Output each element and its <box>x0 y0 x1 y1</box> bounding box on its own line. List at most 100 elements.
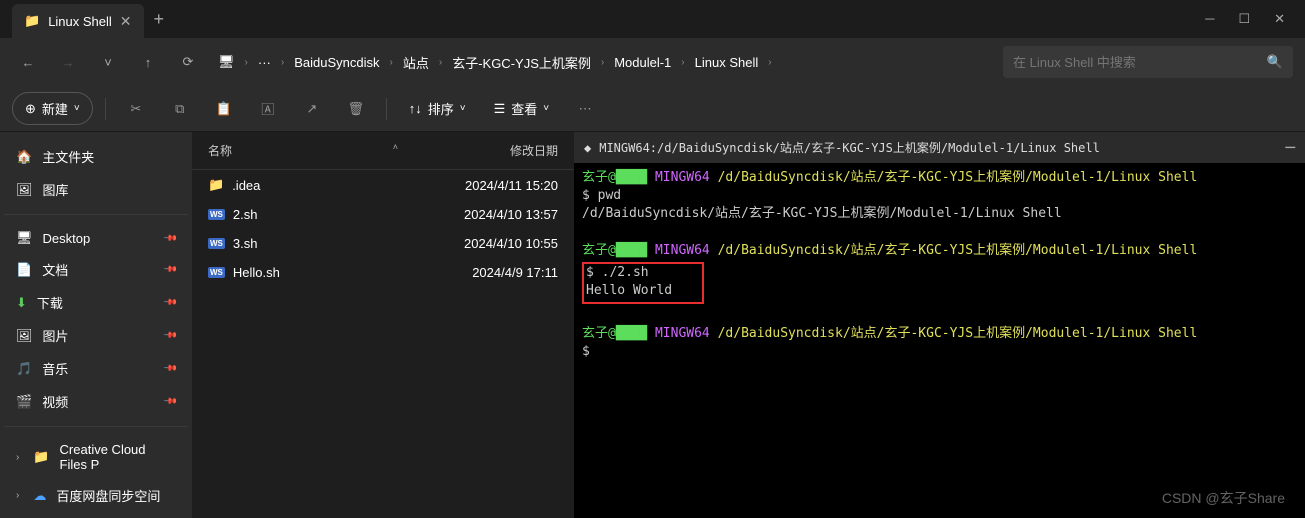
sidebar-item-label: 图片 <box>43 326 69 345</box>
terminal-title: ◆ MINGW64:/d/BaiduSyncdisk/站点/玄子-KGC-YJS… <box>574 132 1305 163</box>
paste-button[interactable]: 📋 <box>206 91 242 127</box>
crumb-item[interactable]: Linux Shell <box>689 51 765 74</box>
sidebar-item-gallery[interactable]: 🖼 图库 <box>4 173 188 206</box>
desktop-icon: 🖥 <box>16 230 33 246</box>
copy-button[interactable]: ⧉ <box>162 91 198 127</box>
chevron-down-icon: ˅ <box>543 103 549 114</box>
toolbar: ← → ˅ ↑ ⟳ 🖥 › ··· › BaiduSyncdisk › 站点 ›… <box>0 38 1305 86</box>
sidebar-item-label: 下载 <box>37 293 63 312</box>
add-tab-button[interactable]: + <box>154 9 165 30</box>
separator <box>4 214 188 215</box>
term-path: /d/BaiduSyncdisk/站点/玄子-KGC-YJS上机案例/Modul… <box>718 326 1198 341</box>
terminal-output: 玄子@████ MINGW64 /d/BaiduSyncdisk/站点/玄子-K… <box>574 163 1305 367</box>
crumb-item[interactable]: BaiduSyncdisk <box>288 51 385 74</box>
sort-indicator-icon: ˄ <box>393 142 398 159</box>
file-date: 2024/4/11 15:20 <box>438 178 558 193</box>
back-button[interactable]: ← <box>12 46 44 78</box>
search-icon[interactable]: 🔍 <box>1267 54 1283 70</box>
sidebar-item-label: 百度网盘同步空间 <box>56 486 160 505</box>
sidebar-item-label: Desktop <box>43 231 91 246</box>
crumb-item[interactable]: 站点 <box>397 49 435 76</box>
folder-icon: 📁 <box>208 177 224 193</box>
sidebar-item-label: 图库 <box>43 180 69 199</box>
column-date[interactable]: 修改日期 <box>438 142 558 159</box>
gallery-icon: 🖼 <box>16 182 33 198</box>
file-row[interactable]: WS3.sh 2024/4/10 10:55 <box>192 229 574 258</box>
rename-button[interactable]: 🄰 <box>250 91 286 127</box>
pictures-icon: 🖼 <box>16 328 33 344</box>
file-name: Hello.sh <box>233 265 280 280</box>
minimize-icon[interactable]: ─ <box>1285 138 1295 157</box>
chevron-right-icon: › <box>245 57 248 68</box>
column-name[interactable]: 名称 <box>208 142 393 159</box>
folder-icon: 📁 <box>33 449 49 465</box>
main: 🏠 主文件夹 🖼 图库 🖥 Desktop 📄 文档 ⬇ 下载 🖼 图片 🎵 音… <box>0 132 1305 518</box>
breadcrumb: 🖥 › ··· › BaiduSyncdisk › 站点 › 玄子-KGC-YJ… <box>212 49 772 76</box>
file-row[interactable]: WS2.sh 2024/4/10 13:57 <box>192 200 574 229</box>
chevron-right-icon: › <box>601 57 604 68</box>
forward-button[interactable]: → <box>52 46 84 78</box>
download-icon: ⬇ <box>16 295 27 311</box>
home-icon: 🏠 <box>16 149 32 165</box>
sidebar-item-videos[interactable]: 🎬 视频 <box>4 385 188 418</box>
window-tab[interactable]: 📁 Linux Shell ✕ <box>12 4 144 38</box>
chevron-right-icon: › <box>681 57 684 68</box>
up-button[interactable]: ˅ <box>92 46 124 78</box>
refresh-button[interactable]: ⟳ <box>172 46 204 78</box>
more-button[interactable]: ⋯ <box>567 91 603 127</box>
minimize-button[interactable]: ─ <box>1205 11 1214 27</box>
file-pane: 名称 ˄ 修改日期 📁 .idea 2024/4/11 15:20 WS2.sh … <box>192 132 574 518</box>
cut-button[interactable]: ✂ <box>118 91 154 127</box>
terminal[interactable]: ◆ MINGW64:/d/BaiduSyncdisk/站点/玄子-KGC-YJS… <box>574 132 1305 518</box>
crumb-item[interactable]: 玄子-KGC-YJS上机案例 <box>446 49 597 76</box>
term-path: /d/BaiduSyncdisk/站点/玄子-KGC-YJS上机案例/Modul… <box>718 170 1198 185</box>
chevron-right-icon: › <box>16 452 19 463</box>
ws-icon: WS <box>208 267 225 278</box>
titlebar: 📁 Linux Shell ✕ + ─ ☐ ✕ <box>0 0 1305 38</box>
separator <box>386 98 387 120</box>
file-row[interactable]: 📁 .idea 2024/4/11 15:20 <box>192 170 574 200</box>
term-cmd: $ pwd <box>582 188 621 203</box>
view-button[interactable]: ☰ 查看 ˅ <box>484 93 560 124</box>
new-button[interactable]: ⊕ 新建 ˅ <box>12 92 93 125</box>
documents-icon: 📄 <box>16 262 32 278</box>
crumb-ellipsis[interactable]: ··· <box>252 51 277 74</box>
chevron-right-icon: › <box>439 57 442 68</box>
file-header: 名称 ˄ 修改日期 <box>192 132 574 170</box>
close-button[interactable]: ✕ <box>1274 11 1285 27</box>
sidebar-item-baidu[interactable]: › ☁ 百度网盘同步空间 <box>4 479 188 512</box>
term-out: Hello World <box>586 283 672 298</box>
term-user: 玄子@ <box>582 326 616 341</box>
view-label: 查看 <box>511 99 537 118</box>
sidebar-item-pictures[interactable]: 🖼 图片 <box>4 319 188 352</box>
sidebar-item-desktop[interactable]: 🖥 Desktop <box>4 223 188 253</box>
monitor-icon[interactable]: 🖥 <box>212 50 241 74</box>
file-name: 2.sh <box>233 207 258 222</box>
search-box[interactable]: 🔍 <box>1003 46 1293 78</box>
terminal-title-text: MINGW64:/d/BaiduSyncdisk/站点/玄子-KGC-YJS上机… <box>599 139 1100 156</box>
watermark: CSDN @玄子Share <box>1162 488 1285 508</box>
sidebar-item-music[interactable]: 🎵 音乐 <box>4 352 188 385</box>
crumb-item[interactable]: Modulel-1 <box>608 51 677 74</box>
search-input[interactable] <box>1013 55 1267 70</box>
folder-icon: 📁 <box>24 13 40 29</box>
sort-button[interactable]: ↑↓ 排序 ˅ <box>399 93 476 124</box>
sidebar-item-downloads[interactable]: ⬇ 下载 <box>4 286 188 319</box>
sidebar-item-label: 视频 <box>42 392 68 411</box>
plus-icon: ⊕ <box>25 101 36 117</box>
sidebar-item-creative[interactable]: › 📁 Creative Cloud Files P <box>4 435 188 479</box>
sidebar-item-home[interactable]: 🏠 主文件夹 <box>4 140 188 173</box>
share-button[interactable]: ↗ <box>294 91 330 127</box>
term-host: MINGW64 <box>655 326 710 341</box>
actionbar: ⊕ 新建 ˅ ✂ ⧉ 📋 🄰 ↗ 🗑 ↑↓ 排序 ˅ ☰ 查看 ˅ ⋯ <box>0 86 1305 132</box>
file-row[interactable]: WSHello.sh 2024/4/9 17:11 <box>192 258 574 287</box>
maximize-button[interactable]: ☐ <box>1238 11 1250 27</box>
delete-button[interactable]: 🗑 <box>338 91 374 127</box>
close-icon[interactable]: ✕ <box>120 13 132 30</box>
file-date: 2024/4/10 13:57 <box>438 207 558 222</box>
up-dir-button[interactable]: ↑ <box>132 46 164 78</box>
file-name: .idea <box>232 178 260 193</box>
mingw-icon: ◆ <box>584 141 591 155</box>
sidebar-item-documents[interactable]: 📄 文档 <box>4 253 188 286</box>
view-icon: ☰ <box>494 101 506 117</box>
